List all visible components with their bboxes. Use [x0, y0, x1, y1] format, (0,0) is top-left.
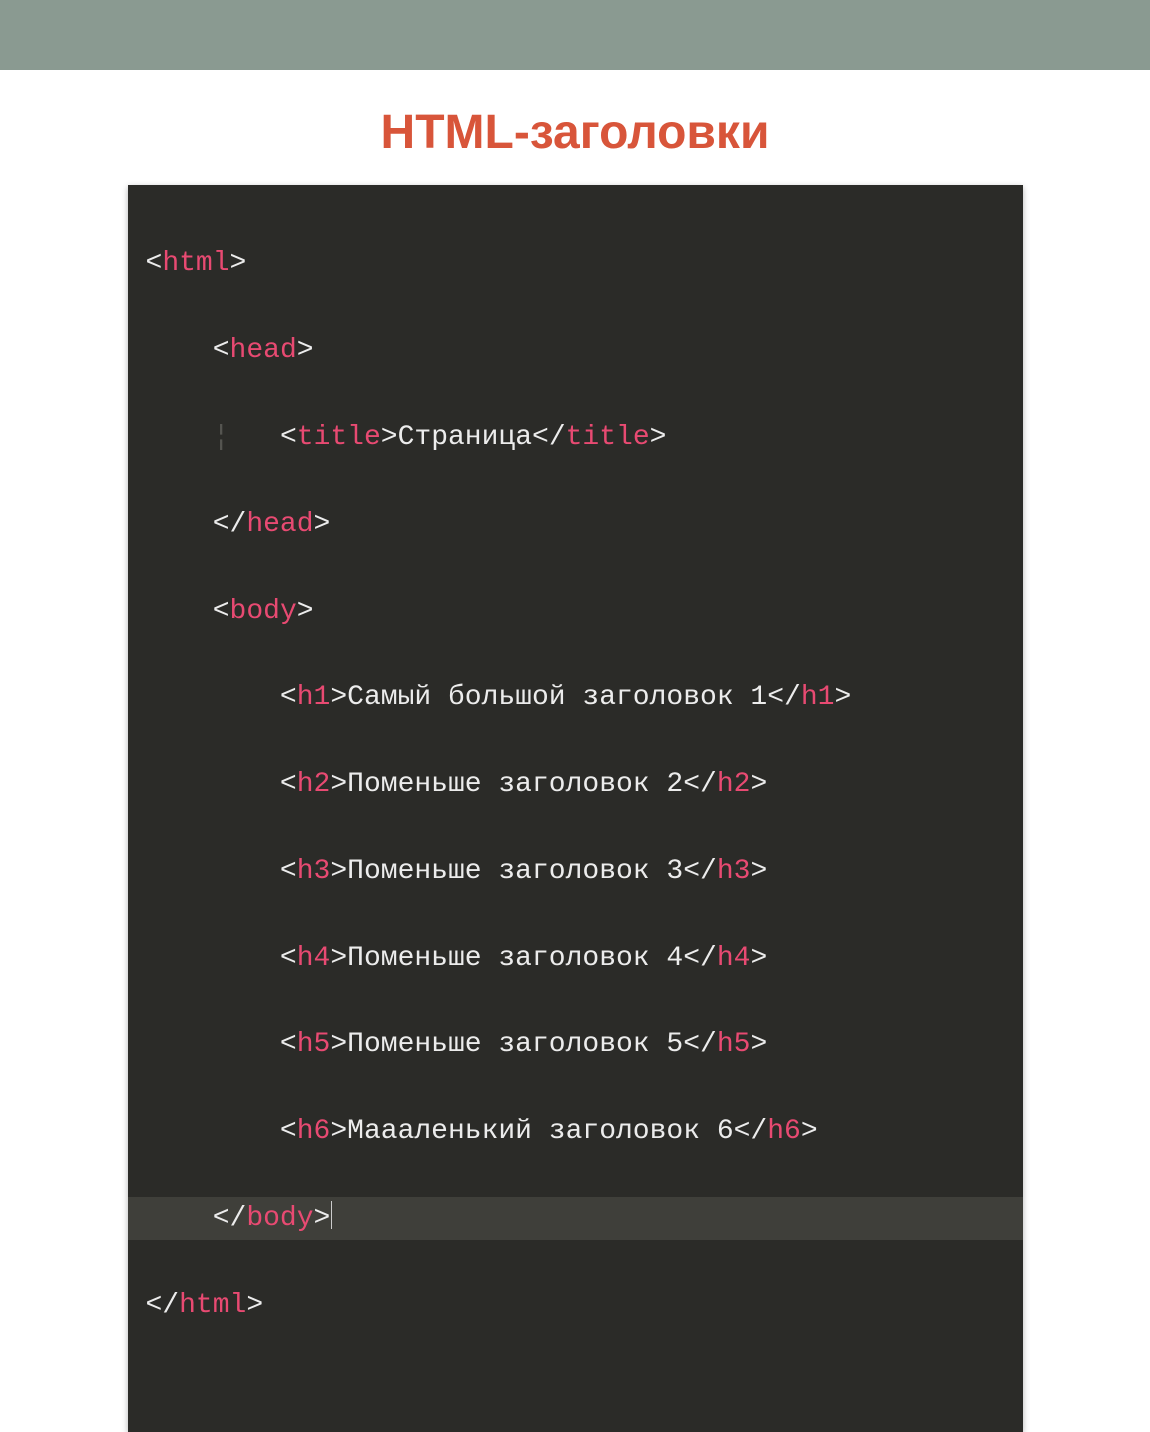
code-line: <html>	[128, 242, 1023, 285]
code-line: <body>	[128, 590, 1023, 633]
slide-title: HTML-заголовки	[0, 105, 1150, 160]
code-line: <h5>Поменьше заголовок 5</h5>	[128, 1023, 1023, 1066]
code-line: ¦ <title>Страница</title>	[128, 416, 1023, 459]
presentation-top-bar	[0, 0, 1150, 70]
code-block: <html> <head> ¦ <title>Страница</title> …	[128, 199, 1023, 1414]
code-line-active: </body>	[128, 1197, 1023, 1240]
code-line: <h4>Поменьше заголовок 4</h4>	[128, 937, 1023, 980]
code-line: <h1>Самый большой заголовок 1</h1>	[128, 676, 1023, 719]
code-editor: <html> <head> ¦ <title>Страница</title> …	[128, 185, 1023, 1432]
code-line: <h6>Маааленький заголовок 6</h6>	[128, 1110, 1023, 1153]
code-line: <h2>Поменьше заголовок 2</h2>	[128, 763, 1023, 806]
text-cursor	[331, 1201, 332, 1229]
code-line: </head>	[128, 503, 1023, 546]
code-line: <head>	[128, 329, 1023, 372]
code-line: <h3>Поменьше заголовок 3</h3>	[128, 850, 1023, 893]
code-line: </html>	[128, 1284, 1023, 1327]
